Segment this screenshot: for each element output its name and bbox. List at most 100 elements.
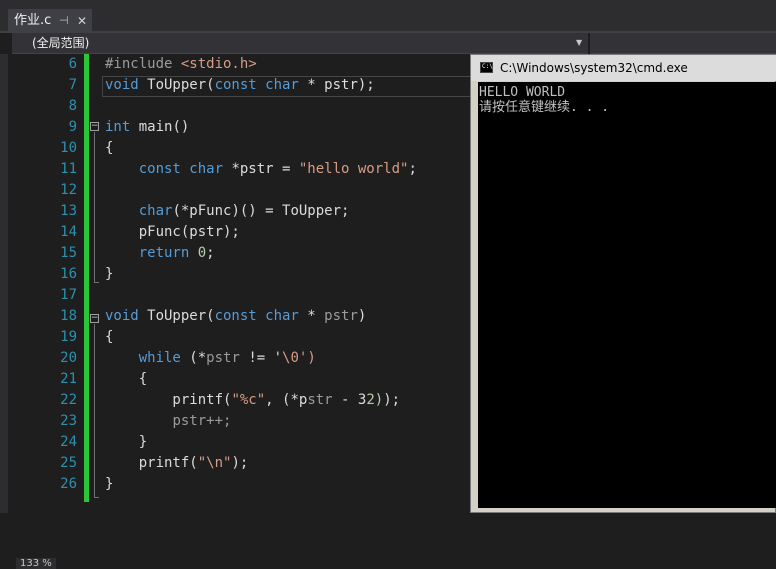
code-token: #include xyxy=(105,56,181,72)
code-line: } xyxy=(105,474,113,495)
code-token: } xyxy=(105,266,114,282)
pin-icon[interactable]: ⊣ xyxy=(59,9,69,33)
code-token: ) xyxy=(357,308,367,324)
line-number: 23 xyxy=(60,413,77,429)
console-window[interactable]: C:\ C:\Windows\system32\cmd.exe HELLO WO… xyxy=(470,54,776,513)
outline-guide xyxy=(94,282,99,283)
console-icon: C:\ xyxy=(480,62,493,73)
code-token: ); xyxy=(383,392,401,408)
outline-guide xyxy=(94,324,95,497)
code-token: * pstr); xyxy=(298,77,375,93)
console-title: C:\Windows\system32\cmd.exe xyxy=(500,61,688,75)
code-token: ; xyxy=(206,245,215,261)
code-line: while (*pstr != '\0') xyxy=(105,348,316,369)
code-token: } xyxy=(105,476,114,492)
code-line: char(*pFunc)() = ToUpper; xyxy=(105,201,350,222)
code-token: void xyxy=(105,77,139,93)
code-token: 2) xyxy=(366,392,384,408)
line-number: 11 xyxy=(60,161,77,177)
code-token: { xyxy=(105,140,114,156)
code-token: pstr xyxy=(206,350,240,366)
line-number: 20 xyxy=(60,350,77,366)
code-token: *pstr = xyxy=(223,161,299,177)
code-token: char xyxy=(138,203,173,219)
code-line: pstr++; xyxy=(105,411,231,432)
code-token: \0') xyxy=(282,350,316,366)
code-token: pFunc(pstr); xyxy=(105,224,240,240)
code-token: , (*p xyxy=(265,392,308,408)
code-token: { xyxy=(105,371,148,387)
code-token: "\n" xyxy=(197,455,232,471)
scope-dropdown[interactable]: (全局范围) ▼ xyxy=(12,33,588,54)
line-number: 21 xyxy=(60,371,77,387)
tab-title: 作业.c xyxy=(14,13,52,28)
line-number: 10 xyxy=(60,140,77,156)
code-line: printf("\n"); xyxy=(105,453,249,474)
line-number: 7 xyxy=(68,77,77,93)
outline-guide xyxy=(94,497,99,498)
code-token: printf( xyxy=(105,392,232,408)
code-token: "hello world" xyxy=(298,161,409,177)
collapse-toupper-icon[interactable]: − xyxy=(90,314,99,323)
scope-label: (全局范围) xyxy=(32,36,90,50)
line-number: 14 xyxy=(60,224,77,240)
code-token: <stdio.h> xyxy=(180,56,257,72)
line-number: 9 xyxy=(68,119,77,135)
line-number: 16 xyxy=(60,266,77,282)
code-token: printf( xyxy=(105,455,198,471)
document-tab-strip: 作业.c ⊣ ✕ xyxy=(0,0,776,33)
code-line: int main() xyxy=(105,117,189,138)
code-token: const char xyxy=(214,77,299,93)
console-output[interactable]: HELLO WORLD 请按任意键继续. . . xyxy=(478,82,776,508)
code-token: const char xyxy=(138,161,224,177)
code-line: { xyxy=(105,369,147,390)
chevron-down-icon: ▼ xyxy=(576,38,583,47)
code-line: } xyxy=(105,264,113,285)
code-token: str xyxy=(307,392,342,408)
code-token: 0 xyxy=(197,245,207,261)
code-line: return 0; xyxy=(105,243,215,264)
code-token: while xyxy=(138,350,181,366)
code-token: (*pFunc)() = ToUpper; xyxy=(172,203,350,219)
code-token: const char xyxy=(214,308,299,324)
code-line: { xyxy=(105,327,113,348)
line-number: 22 xyxy=(60,392,77,408)
code-token: { xyxy=(105,329,114,345)
code-token: "%c" xyxy=(231,392,266,408)
line-number: 13 xyxy=(60,203,77,219)
code-line: { xyxy=(105,138,113,159)
code-token: pstr++; xyxy=(172,413,232,429)
collapse-main-icon[interactable]: − xyxy=(90,122,99,131)
close-icon[interactable]: ✕ xyxy=(77,9,87,33)
console-title-bar[interactable]: C:\ C:\Windows\system32\cmd.exe xyxy=(471,55,776,81)
line-number: 8 xyxy=(68,98,77,114)
document-tab[interactable]: 作业.c ⊣ ✕ xyxy=(8,9,92,33)
code-token: * xyxy=(298,308,325,324)
console-line: 请按任意键继续. . . xyxy=(479,100,610,115)
code-token: pstr xyxy=(324,308,358,324)
code-token: - 3 xyxy=(341,392,367,408)
code-line: } xyxy=(105,432,147,453)
console-line: HELLO WORLD xyxy=(479,85,566,100)
line-number: 19 xyxy=(60,329,77,345)
zoom-level[interactable]: 133 % xyxy=(16,558,56,569)
code-token: ToUpper( xyxy=(138,77,215,93)
line-number: 15 xyxy=(60,245,77,261)
code-token: ; xyxy=(408,161,417,177)
code-line: void ToUpper(const char * pstr) xyxy=(105,306,366,327)
code-line: pFunc(pstr); xyxy=(105,222,240,243)
console-icon-text: C:\ xyxy=(482,63,493,70)
member-dropdown[interactable] xyxy=(590,33,776,54)
line-number: 26 xyxy=(60,476,77,492)
code-line: #include <stdio.h> xyxy=(105,54,257,75)
outline-guide xyxy=(94,132,95,282)
code-token: ToUpper( xyxy=(138,308,215,324)
code-line: printf("%c", (*pstr - 32)); xyxy=(105,390,400,411)
line-number: 6 xyxy=(68,56,77,72)
